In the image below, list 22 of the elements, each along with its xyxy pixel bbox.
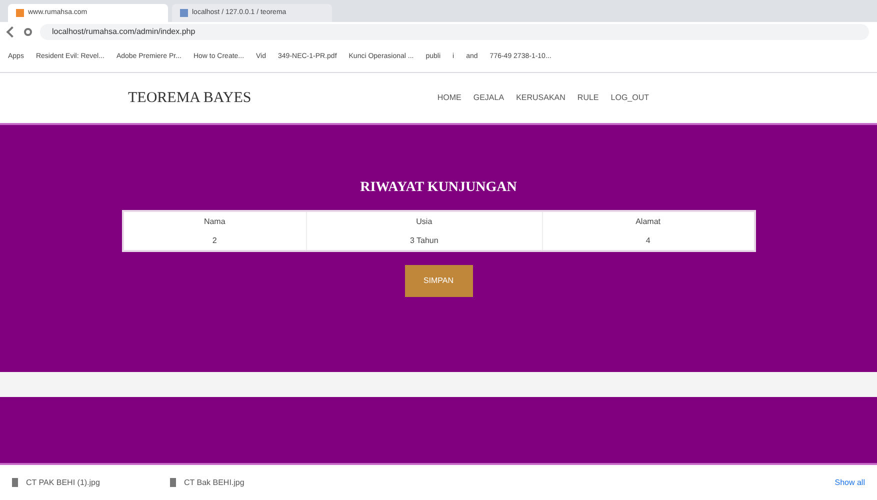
favicon-icon bbox=[180, 9, 188, 17]
favicon-icon bbox=[16, 9, 24, 17]
table-cell: 3 Tahun bbox=[306, 231, 542, 251]
column-header: Nama bbox=[122, 211, 306, 231]
nav-link[interactable]: KERUSAKAN bbox=[516, 92, 566, 104]
file-icon bbox=[12, 478, 18, 487]
table-cell: 4 bbox=[542, 231, 754, 251]
download-item[interactable]: CT Bak BEHI.jpg bbox=[184, 476, 244, 488]
column-header: Alamat bbox=[542, 211, 754, 231]
address-field[interactable]: localhost/rumahsa.com/admin/index.php bbox=[40, 24, 869, 40]
nav-link[interactable]: RULE bbox=[577, 92, 599, 104]
column-header: Usia bbox=[306, 211, 542, 231]
nav-link[interactable]: GEJALA bbox=[473, 92, 504, 104]
nav-link[interactable]: HOME bbox=[437, 92, 462, 104]
file-icon bbox=[170, 478, 176, 487]
table-cell: 2 bbox=[122, 231, 306, 251]
section-title: RIWAYAT KUNJUNGAN bbox=[360, 179, 517, 197]
brand-title: TEOREMA BAYES bbox=[128, 88, 252, 108]
download-item[interactable]: CT PAK BEHI (1).jpg bbox=[26, 476, 100, 488]
nav-link[interactable]: LOG_OUT bbox=[610, 92, 649, 104]
reload-icon[interactable] bbox=[24, 28, 32, 36]
show-all-link[interactable]: Show all bbox=[834, 476, 865, 488]
